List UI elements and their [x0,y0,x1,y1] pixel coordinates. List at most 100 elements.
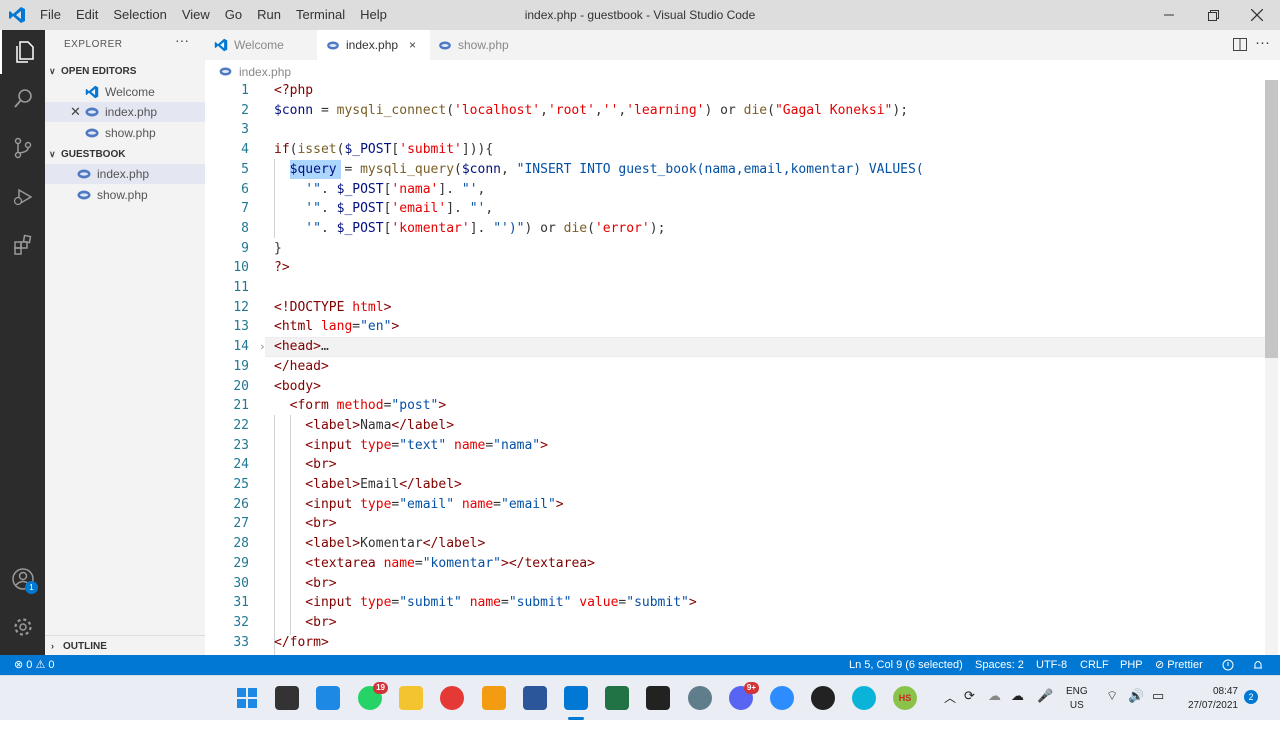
breadcrumb-file[interactable]: index.php [239,65,291,79]
code-line[interactable]: ?> [274,258,290,278]
split-editor-icon[interactable] [1233,38,1247,51]
code-line[interactable]: <head>… [274,337,329,357]
zoom-button[interactable] [770,686,794,710]
minimize-button[interactable] [1146,0,1192,30]
microphone-icon[interactable]: 🎤 [1037,688,1053,732]
code-line[interactable]: <!DOCTYPE html> [274,298,391,318]
problems-indicator[interactable]: ⊗ 0 ⚠ 0 [14,655,54,675]
code-line[interactable]: <?php [274,81,313,101]
restore-button[interactable] [1190,0,1236,30]
obs-button[interactable] [811,686,835,710]
bell-icon[interactable] [1252,659,1264,671]
editor-scrollbar[interactable] [1265,80,1278,655]
code-line[interactable]: if(isset($_POST['submit'])){ [274,140,493,160]
close-window-button[interactable] [1234,0,1280,30]
cursor-position[interactable]: Ln 5, Col 9 (6 selected) [849,655,963,675]
code-line[interactable]: <input type="submit" name="submit" value… [274,593,696,613]
file-index-php[interactable]: index.php [45,164,205,184]
code-line[interactable]: '". $_POST['email']. "', [274,199,493,219]
code-line[interactable]: <input type="text" name="nama"> [274,436,548,456]
menu-file[interactable]: File [40,0,61,30]
cloud-icon[interactable]: ☁ [988,688,1001,732]
close-icon[interactable]: × [409,30,416,60]
terminal-button[interactable] [646,686,670,710]
battery-icon[interactable]: ▭ [1152,688,1164,732]
excel-button[interactable] [605,686,629,710]
speaker-icon[interactable]: 🔊 [1128,688,1144,732]
code-line[interactable]: <html lang="en"> [274,317,399,337]
code-line[interactable]: <label>Nama</label> [274,416,454,436]
prettier-indicator[interactable]: ⊘ Prettier [1155,655,1203,675]
encoding-indicator[interactable]: UTF-8 [1036,655,1067,675]
extensions-activity[interactable] [0,223,45,267]
open-editors-section[interactable]: ∨ OPEN EDITORS [45,61,205,81]
file-explorer-button[interactable] [399,686,423,710]
manage-activity[interactable] [0,605,45,649]
code-line[interactable]: '". $_POST['komentar']. "')") or die('er… [274,219,665,239]
clock[interactable]: 08:47 27/07/2021 [1180,685,1238,729]
language-mode[interactable]: PHP [1120,655,1143,675]
search-activity[interactable] [0,77,45,121]
code-line[interactable]: $query = mysqli_query($conn, "INSERT INT… [274,160,924,180]
wifi-icon[interactable]: ⌔ [1106,688,1118,732]
tab-show-php[interactable]: show.php [432,30,537,60]
code-line[interactable]: <textarea name="komentar"></textarea> [274,554,595,574]
sublime-button[interactable] [482,686,506,710]
code-line[interactable]: </head> [274,357,329,377]
close-icon[interactable]: ✕ [70,102,81,122]
code-line[interactable]: </form> [274,633,329,653]
hs-app-button[interactable]: HS [893,686,917,710]
file-show-php[interactable]: show.php [45,185,205,205]
run-debug-activity[interactable] [0,175,45,219]
code-line[interactable]: } [274,239,282,259]
code-line[interactable]: <body> [274,377,321,397]
code-line[interactable]: '". $_POST['nama']. "', [274,180,485,200]
sync-icon[interactable]: ⟳ [964,688,975,732]
word-button[interactable] [523,686,547,710]
menu-go[interactable]: Go [225,0,242,30]
editor-more-button[interactable]: ··· [1255,34,1270,51]
code-line[interactable]: <br> [274,455,336,475]
language-indicator[interactable]: ENG US [1066,685,1088,729]
tray-overflow-icon[interactable]: ︿ [944,689,956,733]
menu-help[interactable]: Help [360,0,387,30]
open-editor-welcome[interactable]: Welcome [45,82,205,102]
vscode-taskbar-button[interactable] [564,686,588,710]
edge-button[interactable] [852,686,876,710]
start-button[interactable] [235,686,259,710]
open-editor-index-php[interactable]: ✕ index.php [45,102,205,122]
code-line[interactable]: <br> [274,514,336,534]
feedback-icon[interactable] [1222,659,1234,671]
menu-selection[interactable]: Selection [113,0,166,30]
eol-indicator[interactable]: CRLF [1080,655,1109,675]
task-view-button[interactable] [275,686,299,710]
code-line[interactable]: <form method="post"> [274,396,447,416]
menu-run[interactable]: Run [257,0,281,30]
source-control-activity[interactable] [0,126,45,170]
fold-chevron-icon[interactable]: › [259,337,266,357]
open-editor-show-php[interactable]: show.php [45,123,205,143]
explorer-activity[interactable] [0,30,45,74]
menu-edit[interactable]: Edit [76,0,98,30]
code-line[interactable]: <label>Email</label> [274,475,462,495]
accounts-activity[interactable]: 1 [0,557,45,601]
code-line[interactable]: <label>Komentar</label> [274,534,485,554]
code-editor[interactable]: › 1 2 3 4 5 6 7 8 9 10 11 12 13 14 19 20… [205,80,1280,655]
tab-index-php[interactable]: index.php × [317,30,430,60]
code-line[interactable]: <br> [274,574,336,594]
code-line[interactable]: <input type="email" name="email"> [274,495,563,515]
code-line[interactable]: <br> [274,613,336,633]
chrome-button[interactable] [440,686,464,710]
menu-view[interactable]: View [182,0,210,30]
code-line[interactable]: $conn = mysqli_connect('localhost','root… [274,101,908,121]
tab-welcome[interactable]: Welcome [205,30,315,60]
explorer-more-button[interactable]: ··· [175,32,189,48]
settings-button[interactable] [688,686,712,710]
discord-button[interactable]: 9+ [729,682,759,710]
notification-badge[interactable]: 2 [1244,690,1258,704]
whatsapp-button[interactable]: 19 [358,682,388,710]
scrollbar-thumb[interactable] [1265,80,1278,358]
widgets-button[interactable] [316,686,340,710]
workspace-section[interactable]: ∨ GUESTBOOK [45,144,205,164]
indentation-indicator[interactable]: Spaces: 2 [975,655,1024,675]
